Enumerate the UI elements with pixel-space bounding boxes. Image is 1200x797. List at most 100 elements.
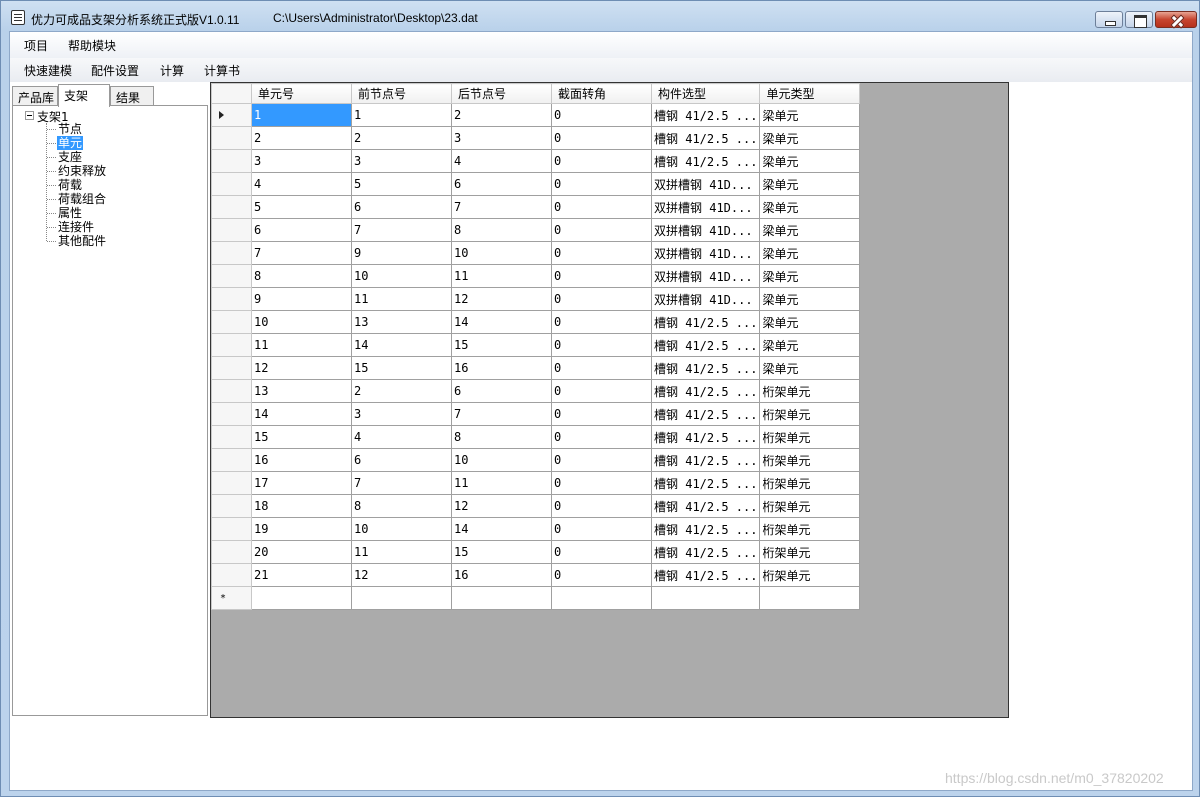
new-row-marker[interactable]: *: [211, 586, 252, 610]
table-cell[interactable]: 13: [251, 379, 352, 403]
table-cell[interactable]: 0: [551, 149, 652, 173]
table-cell[interactable]: [759, 586, 861, 610]
tool-quick-model[interactable]: 快速建模: [24, 62, 72, 79]
column-header[interactable]: 单元号: [251, 83, 352, 104]
table-cell[interactable]: 11: [451, 264, 552, 288]
table-cell[interactable]: 3: [351, 402, 452, 426]
table-cell[interactable]: 0: [551, 310, 652, 334]
menu-project[interactable]: 项目: [24, 37, 48, 54]
table-cell[interactable]: 6: [351, 195, 452, 219]
row-header[interactable]: [211, 241, 252, 265]
table-cell[interactable]: 1: [351, 103, 452, 127]
table-cell[interactable]: 0: [551, 241, 652, 265]
table-cell[interactable]: 0: [551, 103, 652, 127]
tree-item[interactable]: 属性: [46, 206, 83, 220]
table-cell[interactable]: 12: [351, 563, 452, 587]
current-row-indicator[interactable]: [211, 103, 252, 127]
table-cell[interactable]: 8: [351, 494, 452, 518]
tab-results[interactable]: 结果: [110, 86, 154, 106]
table-cell[interactable]: 槽钢 41/2.5 ...: [650, 356, 761, 380]
tree-item[interactable]: 荷载组合: [46, 192, 107, 206]
tree-item[interactable]: 节点: [46, 122, 83, 136]
table-cell[interactable]: 16: [451, 563, 552, 587]
table-row[interactable]: 10 13 14 0 槽钢 41/2.5 ... 梁单元: [211, 310, 861, 334]
tree-item[interactable]: 其他配件: [46, 234, 107, 248]
row-header[interactable]: [211, 517, 252, 541]
table-cell[interactable]: 6: [451, 379, 552, 403]
table-cell[interactable]: 10: [451, 241, 552, 265]
table-cell[interactable]: 7: [251, 241, 352, 265]
table-row[interactable]: 5 6 7 0 双拼槽钢 41D... 梁单元: [211, 195, 861, 219]
table-row[interactable]: 17 7 11 0 槽钢 41/2.5 ... 桁架单元: [211, 471, 861, 495]
table-cell[interactable]: 桁架单元: [759, 471, 861, 495]
table-cell[interactable]: 双拼槽钢 41D...: [650, 264, 761, 288]
table-cell[interactable]: 槽钢 41/2.5 ...: [650, 517, 761, 541]
row-header[interactable]: [211, 540, 252, 564]
table-cell[interactable]: 槽钢 41/2.5 ...: [650, 379, 761, 403]
table-cell[interactable]: 0: [551, 494, 652, 518]
row-header[interactable]: [211, 333, 252, 357]
tool-accessory-settings[interactable]: 配件设置: [91, 62, 139, 79]
table-cell[interactable]: 梁单元: [759, 264, 861, 288]
table-cell[interactable]: 4: [451, 149, 552, 173]
table-cell[interactable]: 14: [451, 310, 552, 334]
table-cell[interactable]: 10: [351, 517, 452, 541]
row-header[interactable]: [211, 172, 252, 196]
table-cell[interactable]: 19: [251, 517, 352, 541]
table-cell[interactable]: 17: [251, 471, 352, 495]
table-cell[interactable]: 0: [551, 172, 652, 196]
table-cell[interactable]: 0: [551, 126, 652, 150]
table-cell[interactable]: 0: [551, 448, 652, 472]
table-cell[interactable]: 梁单元: [759, 356, 861, 380]
table-cell[interactable]: 桁架单元: [759, 448, 861, 472]
column-header[interactable]: 单元类型: [759, 83, 861, 104]
table-cell[interactable]: 0: [551, 287, 652, 311]
table-cell[interactable]: 0: [551, 425, 652, 449]
table-cell[interactable]: 15: [451, 333, 552, 357]
table-cell[interactable]: 8: [251, 264, 352, 288]
table-cell[interactable]: 6: [451, 172, 552, 196]
table-cell[interactable]: 双拼槽钢 41D...: [650, 218, 761, 242]
table-cell[interactable]: 9: [251, 287, 352, 311]
tool-calculate[interactable]: 计算: [160, 62, 184, 79]
row-header[interactable]: [211, 195, 252, 219]
table-cell[interactable]: 槽钢 41/2.5 ...: [650, 333, 761, 357]
table-cell[interactable]: 槽钢 41/2.5 ...: [650, 471, 761, 495]
table-row[interactable]: 6 7 8 0 双拼槽钢 41D... 梁单元: [211, 218, 861, 242]
table-row[interactable]: 13 2 6 0 槽钢 41/2.5 ... 桁架单元: [211, 379, 861, 403]
table-cell[interactable]: 槽钢 41/2.5 ...: [650, 540, 761, 564]
column-header[interactable]: 截面转角: [551, 83, 652, 104]
table-cell[interactable]: 槽钢 41/2.5 ...: [650, 448, 761, 472]
table-cell[interactable]: 槽钢 41/2.5 ...: [650, 310, 761, 334]
row-header[interactable]: [211, 563, 252, 587]
table-cell[interactable]: 10: [451, 448, 552, 472]
table-row[interactable]: 11 14 15 0 槽钢 41/2.5 ... 梁单元: [211, 333, 861, 357]
table-cell[interactable]: 5: [251, 195, 352, 219]
table-row[interactable]: 16 6 10 0 槽钢 41/2.5 ... 桁架单元: [211, 448, 861, 472]
table-cell[interactable]: 槽钢 41/2.5 ...: [650, 126, 761, 150]
table-cell[interactable]: 2: [251, 126, 352, 150]
table-cell[interactable]: 14: [251, 402, 352, 426]
table-cell[interactable]: 3: [351, 149, 452, 173]
tree-item[interactable]: 约束释放: [46, 164, 107, 178]
row-header[interactable]: [211, 402, 252, 426]
table-cell[interactable]: 0: [551, 264, 652, 288]
table-cell[interactable]: 20: [251, 540, 352, 564]
table-row[interactable]: 4 5 6 0 双拼槽钢 41D... 梁单元: [211, 172, 861, 196]
table-cell[interactable]: 双拼槽钢 41D...: [650, 287, 761, 311]
table-cell[interactable]: 14: [351, 333, 452, 357]
table-cell[interactable]: 梁单元: [759, 149, 861, 173]
table-cell[interactable]: 6: [351, 448, 452, 472]
table-cell[interactable]: 梁单元: [759, 241, 861, 265]
table-cell[interactable]: 16: [451, 356, 552, 380]
row-header[interactable]: [211, 356, 252, 380]
table-row[interactable]: 20 11 15 0 槽钢 41/2.5 ... 桁架单元: [211, 540, 861, 564]
table-cell[interactable]: 桁架单元: [759, 563, 861, 587]
table-cell[interactable]: 7: [351, 218, 452, 242]
tree-item[interactable]: 连接件: [46, 220, 95, 234]
table-cell[interactable]: 2: [351, 126, 452, 150]
app-icon[interactable]: [11, 10, 25, 25]
table-cell[interactable]: 梁单元: [759, 333, 861, 357]
row-header[interactable]: [211, 287, 252, 311]
table-cell[interactable]: 2: [451, 103, 552, 127]
